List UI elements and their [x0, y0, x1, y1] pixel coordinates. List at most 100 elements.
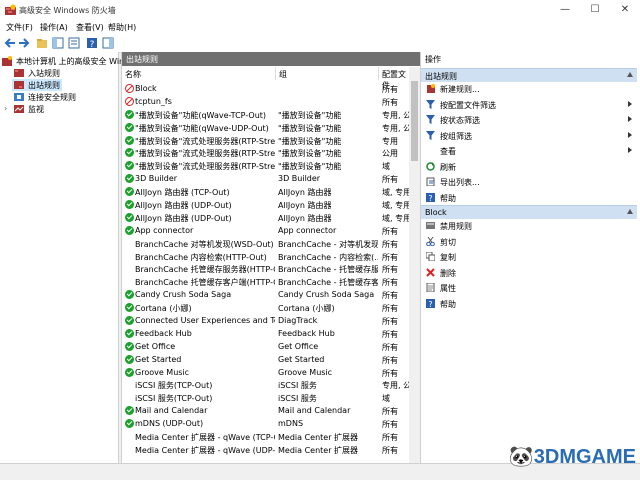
- table-row[interactable]: "播放到设备"功能(qWave-TCP-Out) "播放到设备"功能 专用, 公: [122, 108, 409, 121]
- rule-profile-cell: 域, 专用: [382, 213, 409, 223]
- rule-name-cell: BranchCache 托管缓存客户端(HTTP-O...: [135, 278, 275, 288]
- collapse-up-icon[interactable]: [627, 209, 633, 214]
- table-row[interactable]: tcptun_fs 所有: [122, 95, 409, 108]
- minimize-button[interactable]: —: [550, 0, 580, 20]
- table-row[interactable]: Get Started Get Started 所有: [122, 353, 409, 366]
- rule-group-cell: Get Started: [278, 354, 325, 364]
- table-row[interactable]: AllJoyn 路由器 (UDP-Out) AllJoyn 路由器 域, 专用: [122, 211, 409, 224]
- tree-item-inbound-rules[interactable]: 入站规则: [12, 67, 116, 79]
- rule-profile-cell: 所有: [382, 433, 398, 443]
- action-label: 新建规则...: [440, 85, 480, 94]
- action-help-item[interactable]: ? 帮助: [421, 191, 637, 204]
- rule-name-cell: iSCSI 服务(TCP-Out): [135, 394, 213, 404]
- action-copy-item[interactable]: 复制: [421, 250, 637, 263]
- table-row[interactable]: Groove Music Groove Music 所有: [122, 366, 409, 379]
- action-refresh-item[interactable]: 刷新: [421, 160, 637, 173]
- column-header-group[interactable]: 组: [276, 67, 379, 80]
- action-properties-item[interactable]: 属性: [421, 281, 637, 294]
- forward-arrow-icon[interactable]: [18, 37, 30, 49]
- table-row[interactable]: "播放到设备"流式处理服务器(RTP-Strea... "播放到设备"功能 公用: [122, 146, 409, 159]
- rule-name-cell: "播放到设备"流式处理服务器(RTP-Strea...: [135, 149, 275, 159]
- rule-group-cell: "播放到设备"功能: [278, 149, 342, 159]
- rules-vertical-scrollbar[interactable]: [409, 67, 420, 463]
- table-row[interactable]: BranchCache 托管缓存服务器(HTTP-O... BranchCache…: [122, 262, 409, 275]
- table-row[interactable]: BranchCache 对等机发现(WSD-Out) BranchCache - …: [122, 237, 409, 250]
- properties-icon[interactable]: [68, 37, 80, 49]
- table-row[interactable]: Candy Crush Soda Saga Candy Crush Soda Sa…: [122, 288, 409, 301]
- table-row[interactable]: Connected User Experiences and Tel... Dia…: [122, 314, 409, 327]
- table-row[interactable]: BranchCache 托管缓存客户端(HTTP-O... BranchCache…: [122, 275, 409, 288]
- scrollbar-thumb[interactable]: [411, 81, 418, 161]
- rule-profile-cell: 所有: [382, 368, 398, 378]
- rule-group-cell: Candy Crush Soda Saga: [278, 290, 375, 300]
- table-row[interactable]: BranchCache 内容检索(HTTP-Out) BranchCache - …: [122, 250, 409, 263]
- column-header-name[interactable]: 名称: [122, 67, 276, 80]
- action-help-item[interactable]: ? 帮助: [421, 297, 637, 310]
- table-row[interactable]: Media Center 扩展器 - qWave (TCP-O... Media …: [122, 430, 409, 443]
- maximize-button[interactable]: ☐: [580, 0, 610, 20]
- action-new-rule-item[interactable]: 新建规则...: [421, 82, 637, 95]
- rule-name-cell: "播放到设备"流式处理服务器(RTP-Strea...: [135, 136, 275, 146]
- table-row[interactable]: "播放到设备"功能(qWave-UDP-Out) "播放到设备"功能 专用, 公: [122, 121, 409, 134]
- menu-file[interactable]: 文件(F): [6, 22, 33, 33]
- tree-item-outbound-rules[interactable]: 出站规则: [12, 79, 62, 91]
- table-row[interactable]: mDNS (UDP-Out) mDNS 所有: [122, 417, 409, 430]
- table-row[interactable]: AllJoyn 路由器 (TCP-Out) AllJoyn 路由器 域, 专用: [122, 185, 409, 198]
- submenu-arrow-icon: [628, 147, 632, 153]
- menu-bar: 文件(F) 操作(A) 查看(V) 帮助(H): [0, 20, 640, 34]
- disable-icon: [426, 222, 435, 229]
- action-none-item[interactable]: 查看: [421, 144, 637, 157]
- rule-name-cell: AllJoyn 路由器 (UDP-Out): [135, 201, 232, 211]
- rule-name-cell: "播放到设备"流式处理服务器(RTP-Strea...: [135, 162, 275, 172]
- rule-profile-cell: 公用: [382, 149, 398, 159]
- table-row[interactable]: Block 所有: [122, 82, 409, 95]
- table-row[interactable]: iSCSI 服务(TCP-Out) iSCSI 服务 专用, 公: [122, 378, 409, 391]
- submenu-arrow-icon: [628, 131, 632, 138]
- help-icon[interactable]: ?: [86, 37, 98, 49]
- up-folder-icon[interactable]: [36, 37, 48, 49]
- show-hide-tree-icon[interactable]: [52, 37, 64, 49]
- action-filter-item[interactable]: 按配置文件筛选: [421, 98, 637, 111]
- table-row[interactable]: iSCSI 服务(TCP-Out) iSCSI 服务 域: [122, 391, 409, 404]
- table-row[interactable]: Get Office Get Office 所有: [122, 340, 409, 353]
- table-row[interactable]: "播放到设备"流式处理服务器(RTP-Strea... "播放到设备"功能 域: [122, 159, 409, 172]
- menu-view[interactable]: 查看(V): [76, 22, 104, 33]
- action-export-item[interactable]: 导出列表...: [421, 175, 637, 188]
- allow-rule-icon: [125, 187, 134, 197]
- action-disable-item[interactable]: 禁用规则: [421, 219, 637, 232]
- rule-name-cell: Media Center 扩展器 - qWave (UDP-...: [135, 445, 275, 455]
- collapse-up-icon[interactable]: [627, 72, 633, 77]
- actions-section-block[interactable]: Block: [421, 205, 637, 219]
- action-delete-item[interactable]: 删除: [421, 266, 637, 279]
- connection-security-icon: [14, 93, 24, 101]
- tree-item-connection-security-rules[interactable]: 连接安全规则: [12, 91, 116, 103]
- table-row[interactable]: Feedback Hub Feedback Hub 所有: [122, 327, 409, 340]
- table-row[interactable]: Cortana (小娜) Cortana (小娜) 所有: [122, 301, 409, 314]
- actions-section-outbound[interactable]: 出站规则: [421, 68, 637, 82]
- table-row[interactable]: Mail and Calendar Mail and Calendar 所有: [122, 404, 409, 417]
- action-filter-item[interactable]: 按组筛选: [421, 129, 637, 142]
- menu-help[interactable]: 帮助(H): [108, 22, 136, 33]
- action-filter-item[interactable]: 按状态筛选: [421, 113, 637, 126]
- rule-group-cell: "播放到设备"功能: [278, 162, 342, 172]
- show-actions-pane-icon[interactable]: [102, 37, 114, 49]
- table-row[interactable]: "播放到设备"流式处理服务器(RTP-Strea... "播放到设备"功能 专用: [122, 134, 409, 147]
- rule-profile-cell: 所有: [382, 317, 398, 327]
- actions-pane: 操作 出站规则 新建规则... 按配置文件筛选 按状态筛选 按组筛选 查看 刷新 导出列表.…: [421, 52, 640, 463]
- column-header-profile[interactable]: 配置文件: [379, 67, 409, 90]
- menu-action[interactable]: 操作(A): [40, 22, 68, 33]
- tree-item-monitoring[interactable]: › 监视: [4, 103, 116, 115]
- rule-group-cell: AllJoyn 路由器: [278, 213, 332, 223]
- action-cut-item[interactable]: 剪切: [421, 235, 637, 248]
- table-row[interactable]: App connector App connector 所有: [122, 224, 409, 237]
- rule-name-cell: tcptun_fs: [135, 96, 172, 106]
- table-row[interactable]: AllJoyn 路由器 (UDP-Out) AllJoyn 路由器 域, 专用: [122, 198, 409, 211]
- back-arrow-icon[interactable]: [4, 37, 16, 49]
- table-row[interactable]: 3D Builder 3D Builder 所有: [122, 172, 409, 185]
- rules-list: Block 所有 tcptun_fs 所有 "播放到设备"功能(qWave-TCP-Ou…: [122, 82, 409, 456]
- expand-chevron-icon[interactable]: ›: [4, 104, 7, 113]
- tree-root[interactable]: 本地计算机 上的高级安全 Wind: [0, 55, 129, 67]
- close-button[interactable]: ✕: [610, 0, 640, 20]
- action-label: 属性: [440, 284, 456, 293]
- table-row[interactable]: Media Center 扩展器 - qWave (UDP-... Media C…: [122, 443, 409, 456]
